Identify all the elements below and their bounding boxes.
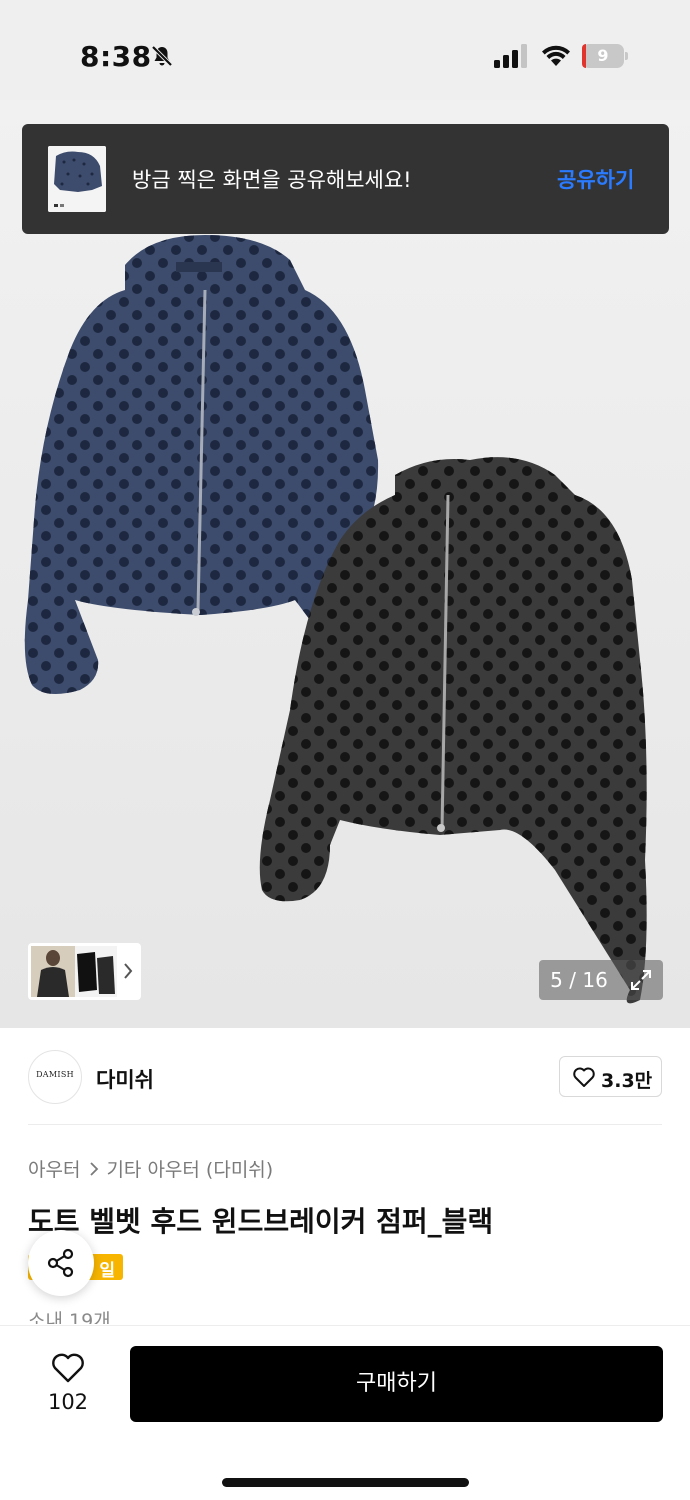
signal-icon <box>494 44 527 68</box>
mute-icon <box>151 45 173 67</box>
promo-badge-label: 일 <box>99 1261 115 1281</box>
home-indicator <box>222 1478 469 1487</box>
brand-like-count: 3.3만 <box>601 1070 653 1092</box>
brand-name[interactable]: 다미쉬 <box>96 1064 154 1094</box>
thumbnail-jackets[interactable] <box>75 946 117 997</box>
battery-icon: 9 <box>582 44 628 68</box>
page-indicator: 5 / 16 <box>539 960 619 1000</box>
product-image[interactable] <box>0 100 690 1028</box>
share-button[interactable] <box>28 1230 94 1296</box>
brand-like-button[interactable]: 3.3만 <box>559 1056 662 1097</box>
thumbnail-strip[interactable] <box>28 943 141 1000</box>
expand-icon <box>631 970 651 990</box>
share-icon <box>47 1248 74 1278</box>
breadcrumb-item-outer[interactable]: 아우터 <box>28 1159 80 1181</box>
toast-screenshot-thumbnail[interactable] <box>48 146 106 212</box>
product-title: 도트 벨벳 후드 윈드브레이커 점퍼_블랙 <box>28 1205 494 1238</box>
divider <box>28 1124 662 1125</box>
status-time: 8:38 <box>80 40 152 73</box>
heart-icon <box>52 1353 84 1383</box>
toast-share-button[interactable]: 공유하기 <box>557 164 634 194</box>
share-toast: 방금 찍은 화면을 공유해보세요! 공유하기 <box>22 124 669 234</box>
thumbnail-model[interactable] <box>31 946 75 997</box>
battery-tip <box>625 52 628 60</box>
breadcrumb: 아우터 기타 아우터 (다미쉬) <box>28 1155 273 1181</box>
brand-logo-text: DAMISH <box>36 1070 74 1079</box>
expand-button[interactable] <box>619 960 663 1000</box>
buy-button[interactable]: 구매하기 <box>130 1346 663 1422</box>
partial-info-text: 소내 19개 <box>28 1310 111 1324</box>
brand-logo[interactable]: DAMISH <box>28 1050 82 1104</box>
chevron-right-icon <box>90 1161 99 1176</box>
status-bar: 8:38 9 <box>0 0 690 100</box>
wifi-icon <box>542 45 570 66</box>
product-photo <box>24 235 647 1004</box>
chevron-right-icon <box>124 963 133 979</box>
screenshot-preview <box>48 146 106 212</box>
heart-icon <box>573 1067 595 1087</box>
wishlist-button[interactable]: 102 <box>30 1348 106 1428</box>
bottom-action-bar: 102 구매하기 <box>0 1325 690 1500</box>
breadcrumb-item-other-outer[interactable]: 기타 아우터 (다미쉬) <box>106 1159 273 1181</box>
toast-message: 방금 찍은 화면을 공유해보세요! <box>132 168 412 192</box>
wishlist-count: 102 <box>47 1390 89 1414</box>
battery-level: 9 <box>597 46 609 65</box>
